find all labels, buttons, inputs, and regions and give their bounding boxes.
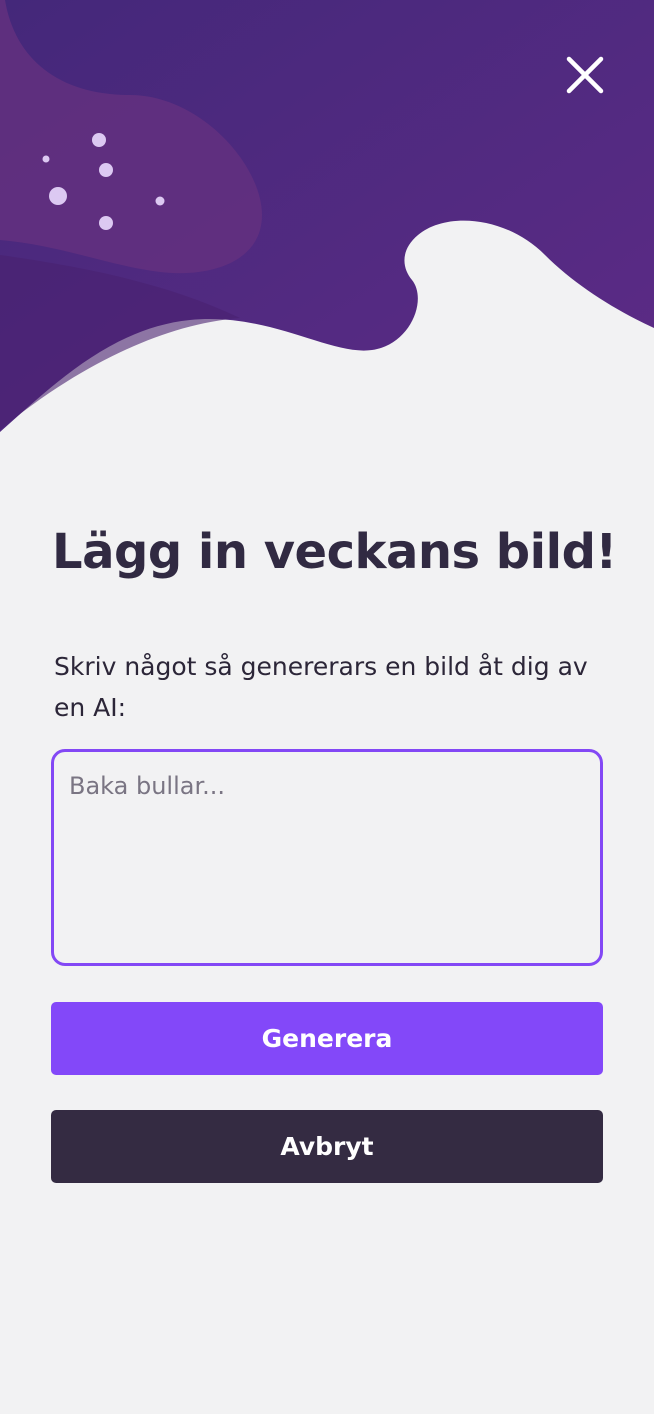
page-title: Lägg in veckans bild! bbox=[52, 524, 617, 580]
cancel-button[interactable]: Avbryt bbox=[51, 1110, 603, 1183]
instruction-text: Skriv något så genererars en bild åt dig… bbox=[54, 652, 588, 722]
header-wave-illustration bbox=[0, 0, 654, 440]
close-icon bbox=[566, 56, 604, 94]
prompt-input[interactable] bbox=[51, 749, 603, 966]
cancel-button-label: Avbryt bbox=[280, 1132, 374, 1161]
close-button[interactable] bbox=[560, 50, 610, 100]
generate-button[interactable]: Generera bbox=[51, 1002, 603, 1075]
generate-button-label: Generera bbox=[261, 1024, 393, 1053]
